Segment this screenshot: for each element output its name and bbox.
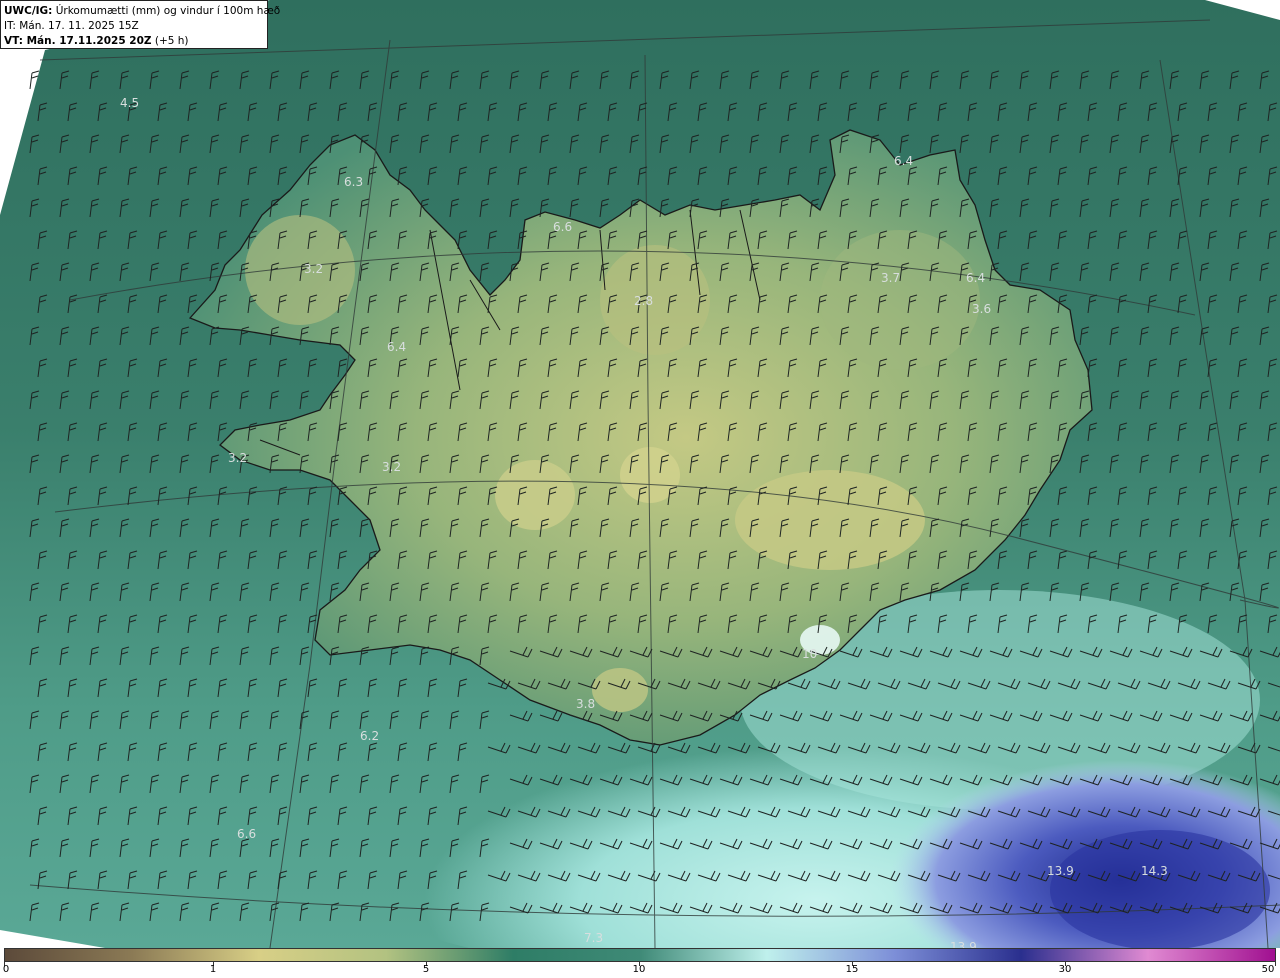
field-label: 2.8 (634, 294, 653, 308)
colorbar-tick-label: 15 (845, 964, 859, 975)
colorbar-tick-label: 50 (1261, 964, 1275, 975)
field-label: 3.2 (228, 451, 247, 465)
colorbar-tick-label: 1 (209, 964, 217, 975)
field-label: 6.6 (553, 220, 572, 234)
field-label: 7.3 (584, 931, 603, 945)
title-box: UWC/IG: Úrkomumætti (mm) og vindur í 100… (0, 0, 280, 49)
colorbar: 0 1 5 10 15 30 50 (0, 948, 1280, 978)
field-label: 6.4 (894, 154, 913, 168)
init-time: IT: Mán. 17. 11. 2025 15Z (4, 20, 139, 32)
field-label: 6.3 (344, 175, 363, 189)
colorbar-strip (4, 948, 1276, 962)
map-title: Úrkomumætti (mm) og vindur í 100m hæð (52, 5, 281, 17)
map-canvas: 4.5 6.3 3.2 6.6 6.4 3.7 6.4 3.6 2.8 6.4 … (0, 0, 1280, 948)
valid-time: VT: Mán. 17.11.2025 20Z (4, 35, 152, 47)
field-label: 13.9 (1047, 864, 1074, 878)
field-label: 3.8 (576, 697, 595, 711)
field-label: 6.4 (966, 271, 985, 285)
colorbar-tick-label: 5 (422, 964, 430, 975)
product-code: UWC/IG: (4, 5, 53, 17)
colorbar-tick-label: 10 (632, 964, 646, 975)
field-label: 14.3 (1141, 864, 1168, 878)
field-label: 3.6 (972, 302, 991, 316)
field-label: 10 (802, 647, 817, 661)
field-label: 6.6 (237, 827, 256, 841)
field-label: 3.2 (382, 460, 401, 474)
colorbar-tick-label: 0 (2, 964, 10, 975)
field-label: 3.7 (881, 271, 900, 285)
field-label: 3.2 (304, 262, 323, 276)
map-area: 4.5 6.3 3.2 6.6 6.4 3.7 6.4 3.6 2.8 6.4 … (0, 0, 1280, 948)
colorbar-tick (1275, 962, 1276, 966)
colorbar-tick-label: 30 (1058, 964, 1072, 975)
field-label: 6.4 (387, 340, 406, 354)
field-label: 13.9 (950, 940, 977, 948)
field-label: 6.2 (360, 729, 379, 743)
field-label: 4.5 (120, 96, 139, 110)
lead-time: (+5 h) (151, 35, 189, 47)
